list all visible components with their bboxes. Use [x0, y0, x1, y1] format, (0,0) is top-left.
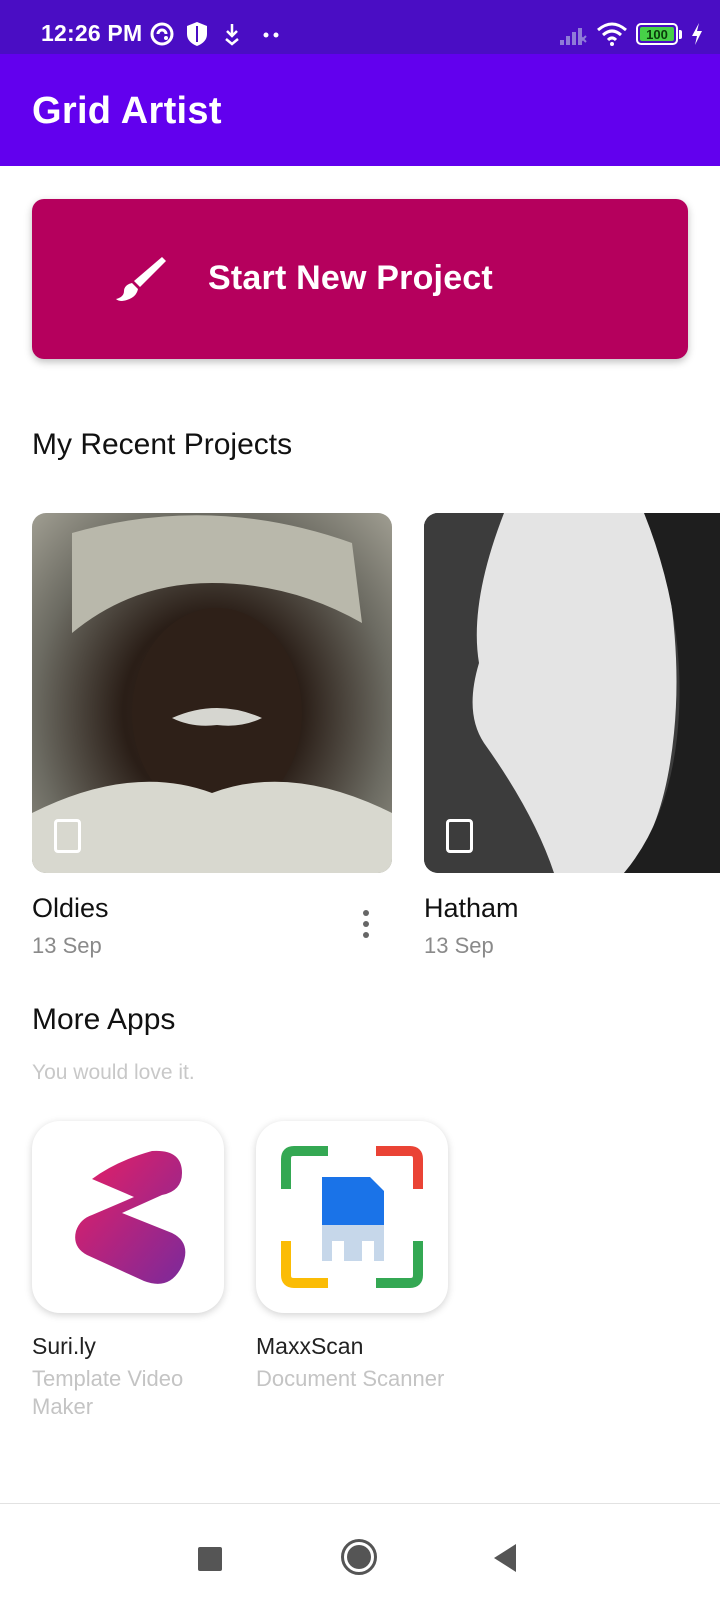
project-date: 13 Sep [32, 933, 102, 958]
charging-icon [692, 23, 702, 45]
app-bar: Grid Artist [0, 54, 720, 166]
home-icon[interactable] [341, 1539, 377, 1575]
app-title: Grid Artist [32, 90, 222, 132]
portrait-image [32, 515, 392, 873]
more-apps-subtitle: You would love it. [32, 1061, 195, 1084]
project-name: Hatham [424, 893, 519, 923]
recents-icon[interactable] [198, 1547, 222, 1571]
dots-icon [263, 32, 279, 38]
back-icon[interactable] [494, 1544, 516, 1572]
project-thumbnail-hatham[interactable] [424, 513, 720, 873]
app-tile-maxxscan[interactable] [256, 1121, 448, 1313]
app-tile-surily[interactable] [32, 1121, 224, 1313]
app-name: MaxxScan [256, 1333, 364, 1359]
maxxscan-logo-icon [281, 1146, 423, 1288]
battery-icon: 100 [636, 23, 678, 45]
recent-projects-title: My Recent Projects [32, 428, 293, 461]
download-icon [225, 24, 239, 46]
status-bar: 12:26 PM 100 [0, 0, 720, 54]
checkbox-icon[interactable] [54, 819, 81, 853]
battery-level: 100 [646, 26, 668, 42]
system-nav-bar [0, 1504, 720, 1600]
sync-icon [150, 22, 174, 46]
app-description: Template Video Maker [32, 1366, 184, 1419]
status-time: 12:26 PM [41, 20, 143, 46]
start-new-project-button[interactable]: Start New Project [32, 199, 688, 359]
more-apps-title: More Apps [32, 1003, 176, 1036]
more-options-icon[interactable] [352, 906, 380, 942]
project-thumbnail-oldies[interactable] [32, 513, 392, 873]
signal-icon [560, 28, 587, 45]
checkbox-icon[interactable] [446, 819, 473, 853]
brush-icon [116, 257, 166, 301]
app-name: Suri.ly [32, 1333, 96, 1359]
start-new-project-label: Start New Project [208, 259, 493, 297]
surily-logo-icon [75, 1150, 186, 1284]
wifi-icon [597, 22, 627, 46]
project-name: Oldies [32, 893, 109, 923]
shield-icon [187, 22, 207, 46]
battery-tip [679, 29, 682, 39]
app-description: Document Scanner [256, 1366, 445, 1391]
project-date: 13 Sep [424, 933, 494, 958]
